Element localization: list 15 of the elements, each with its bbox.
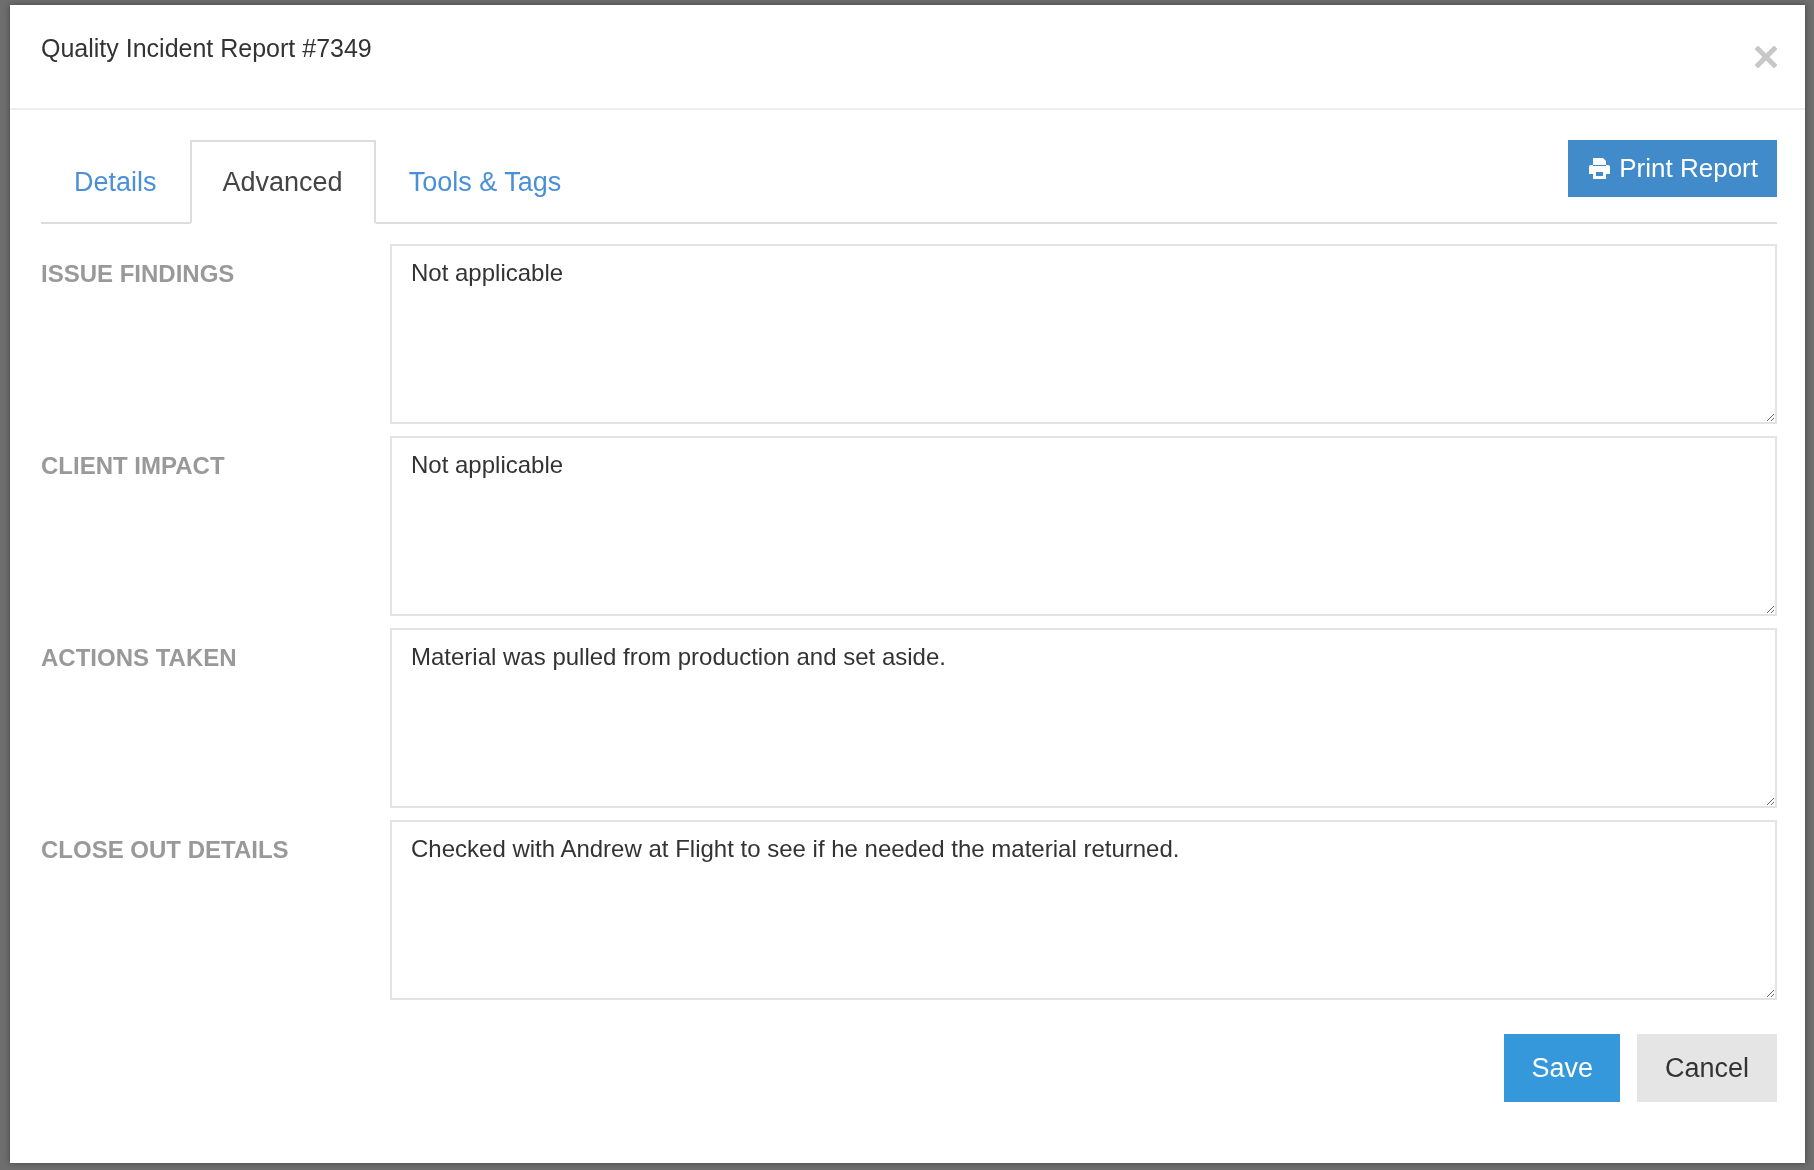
field-label: CLOSE OUT DETAILS xyxy=(41,835,290,865)
close-button[interactable] xyxy=(1755,45,1777,68)
close-icon xyxy=(1755,45,1777,68)
print-report-button[interactable]: Print Report xyxy=(1568,140,1777,197)
field-label: CLIENT IMPACT xyxy=(41,451,226,481)
text-area[interactable]: Not applicable xyxy=(390,436,1777,616)
field-label: ISSUE FINDINGS xyxy=(41,259,236,289)
tab[interactable]: Advanced xyxy=(189,140,376,224)
text-area[interactable]: Material was pulled from production and set aside. xyxy=(390,628,1777,808)
field-label: ACTIONS TAKEN xyxy=(41,643,238,673)
dialog-title: Quality Incident Report #7349 xyxy=(41,34,372,63)
text-area[interactable]: Not applicable xyxy=(390,244,1777,424)
printer-icon xyxy=(1587,156,1613,181)
cancel-button[interactable]: Cancel xyxy=(1636,1034,1777,1102)
text-area[interactable]: Checked with Andrew at Flight to see if he needed the material returned. xyxy=(390,820,1777,1000)
